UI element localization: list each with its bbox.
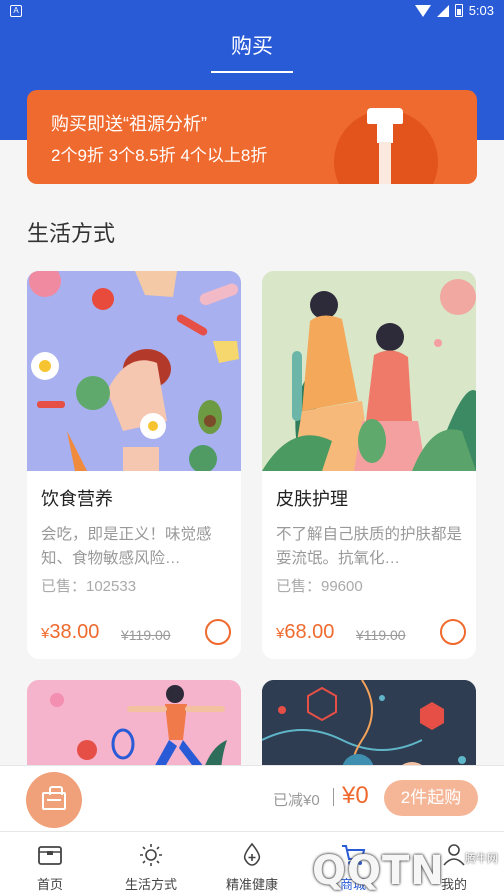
food-illustration	[27, 271, 241, 471]
title-underline	[211, 71, 293, 73]
status-bar: A 5:03	[0, 0, 504, 24]
product-card-skin[interactable]: 皮肤护理 不了解自己肤质的护肤都是耍流氓。抗氧化… 已售：99600 ¥68.0…	[262, 271, 476, 659]
watermark-text: QQTN	[312, 848, 445, 894]
product-price: ¥38.00	[41, 621, 99, 644]
tab-lifestyle[interactable]: 生活方式	[101, 832, 201, 896]
home-icon	[38, 846, 62, 865]
original-price: ¥119.00	[356, 627, 406, 643]
watermark: QQTN 腾牛网	[300, 846, 504, 896]
wifi-icon	[414, 4, 431, 17]
buy-button[interactable]: 2件起购	[384, 780, 478, 816]
swab-tube-neck	[377, 123, 393, 143]
tab-label: 首页	[36, 877, 63, 892]
sun-icon	[140, 844, 162, 866]
tab-home[interactable]: 首页	[0, 832, 100, 896]
cart-bar: 已减¥0 ¥0 2件起购	[0, 765, 504, 831]
product-sold-count: 已售：102533	[41, 578, 137, 595]
original-price: ¥119.00	[121, 627, 171, 643]
watermark-site: 腾牛网	[465, 853, 498, 865]
product-description: 会吃，即是正义！味觉感知、食物敏感风险…	[41, 526, 212, 567]
discount-amount: 已减¥0	[273, 792, 320, 809]
skin-illustration	[262, 271, 476, 471]
clock: 5:03	[468, 3, 494, 18]
swab-tube-icon	[367, 108, 403, 124]
section-title: 生活方式	[27, 221, 116, 246]
notification-icon: A	[10, 5, 22, 17]
select-checkbox[interactable]	[440, 619, 466, 645]
price-value: 38.00	[49, 621, 100, 643]
tab-label: 精准健康	[225, 877, 278, 892]
tab-precision-health[interactable]: 精准健康	[202, 832, 302, 896]
product-sold-count: 已售：99600	[276, 578, 363, 595]
drop-plus-icon	[243, 842, 261, 866]
promo-headline: 购买即送“祖源分析”	[51, 114, 207, 134]
cart-button[interactable]	[26, 772, 82, 828]
battery-icon	[454, 4, 463, 17]
shopping-bag-icon	[42, 786, 66, 810]
tab-label: 生活方式	[124, 877, 177, 892]
product-name: 饮食营养	[41, 489, 113, 509]
promo-banner[interactable]: 购买即送“祖源分析” 2个9折 3个8.5折 4个以上8折	[27, 90, 477, 184]
swab-tube-body	[379, 142, 391, 184]
promo-discounts: 2个9折 3个8.5折 4个以上8折	[51, 146, 268, 165]
product-description: 不了解自己肤质的护肤都是耍流氓。抗氧化…	[276, 526, 463, 567]
cart-total: ¥0	[342, 782, 369, 809]
page-title: 购买	[231, 35, 273, 58]
divider	[333, 788, 334, 806]
select-checkbox[interactable]	[205, 619, 231, 645]
price-value: 68.00	[284, 621, 335, 643]
product-name: 皮肤护理	[276, 489, 348, 509]
signal-icon	[436, 4, 449, 17]
product-price: ¥68.00	[276, 621, 334, 644]
product-card-food[interactable]: 饮食营养 会吃，即是正义！味觉感知、食物敏感风险… 已售：102533 ¥38.…	[27, 271, 241, 659]
